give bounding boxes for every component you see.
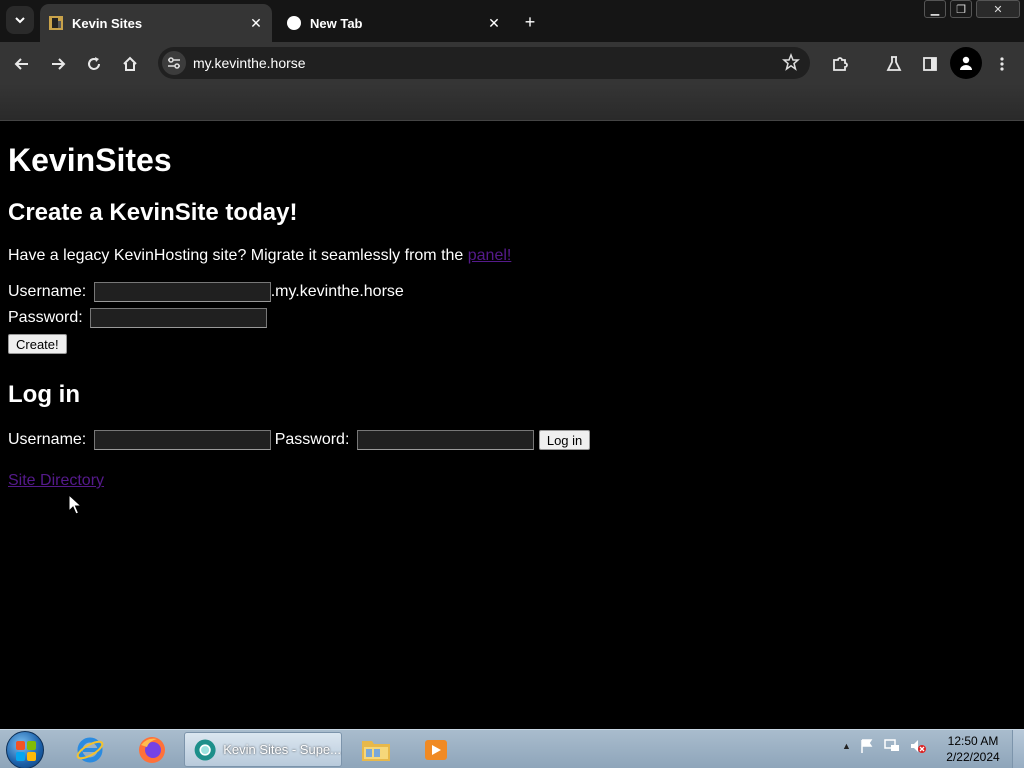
tune-icon — [168, 57, 180, 69]
login-heading: Log in — [8, 381, 80, 408]
clock-date: 2/22/2024 — [946, 750, 1000, 764]
start-button[interactable] — [6, 731, 44, 768]
globe-icon — [287, 16, 301, 30]
bookmarks-bar — [0, 84, 1024, 121]
show-hidden-icons-button[interactable]: ▲ — [842, 741, 851, 751]
tab-title: Kevin Sites — [72, 15, 143, 31]
reload-icon — [88, 57, 100, 70]
puzzle-icon — [833, 57, 848, 71]
password-label: Password: — [8, 309, 88, 326]
taskbar-kevin-sites-window[interactable]: Kevin Sites - Supe... — [184, 732, 342, 767]
close-window-button[interactable]: ✕ — [976, 0, 1020, 18]
directory-paragraph: Site Directory — [8, 472, 1016, 490]
close-tab-icon[interactable]: ✕ — [246, 13, 266, 33]
forward-button[interactable] — [45, 51, 71, 77]
chevron-down-icon — [15, 17, 25, 24]
chrome-beta-icon — [194, 739, 216, 760]
site-directory-link[interactable]: Site Directory — [8, 472, 104, 490]
address-bar[interactable]: my.kevinthe.horse — [158, 47, 810, 79]
login-button[interactable]: Log in — [538, 430, 591, 450]
tab-new-tab[interactable]: New Tab ✕ — [278, 4, 510, 42]
folder-icon — [362, 740, 390, 761]
create-heading: Create a KevinSite today! — [8, 199, 298, 226]
plus-icon: + — [524, 11, 536, 32]
side-panel-button[interactable] — [917, 51, 943, 77]
home-button[interactable] — [117, 51, 143, 77]
labs-button[interactable] — [881, 51, 907, 77]
tab-strip: Kevin Sites ✕ New Tab ✕ + ▁ ❐ ✕ — [0, 0, 1024, 42]
address-text: my.kevinthe.horse — [193, 55, 306, 71]
star-icon — [782, 52, 800, 71]
restore-button[interactable]: ❐ — [950, 0, 972, 18]
login-password-label: Password: — [274, 431, 354, 448]
bookmark-star-button[interactable] — [782, 52, 800, 76]
site-title: KevinSites — [8, 142, 172, 178]
more-vertical-icon — [1000, 57, 1004, 71]
system-tray: ▲ — [842, 738, 927, 754]
create-button[interactable]: Create! — [8, 334, 67, 354]
window-controls: ▁ ❐ ✕ — [924, 0, 1020, 18]
extensions-button[interactable] — [827, 51, 853, 77]
migrate-text: Have a legacy KevinHosting site? Migrate… — [8, 247, 468, 264]
create-username-input[interactable] — [93, 282, 271, 302]
arrow-left-icon — [14, 58, 28, 70]
panel-link[interactable]: panel! — [468, 247, 512, 265]
reload-button[interactable] — [81, 51, 107, 77]
new-tab-button[interactable]: + — [518, 10, 542, 34]
home-icon — [123, 56, 137, 71]
network-icon[interactable] — [883, 738, 901, 754]
menu-button[interactable] — [989, 51, 1015, 77]
back-button[interactable] — [9, 51, 35, 77]
login-row: Username: Password: Log in — [8, 429, 1016, 451]
minimize-button[interactable]: ▁ — [924, 0, 946, 18]
taskbar-clock[interactable]: 12:50 AM 2/22/2024 — [940, 733, 1006, 765]
login-username-label: Username: — [8, 431, 91, 448]
taskbar-window-label: Kevin Sites - Supe... — [223, 742, 341, 757]
volume-muted-icon[interactable] — [909, 738, 927, 754]
tab-kevin-sites[interactable]: Kevin Sites ✕ — [40, 4, 272, 42]
show-desktop-button[interactable] — [1012, 730, 1024, 768]
side-panel-icon — [923, 57, 937, 71]
login-password-input[interactable] — [356, 430, 534, 450]
create-password-row: Password: — [8, 307, 1016, 329]
taskbar-file-explorer[interactable] — [356, 732, 396, 767]
create-password-input[interactable] — [90, 308, 268, 328]
clock-time: 12:50 AM — [947, 734, 999, 748]
taskbar-firefox[interactable] — [132, 732, 172, 767]
flask-icon — [886, 56, 902, 71]
media-player-icon — [425, 739, 447, 760]
username-label: Username: — [8, 283, 91, 300]
taskbar-internet-explorer[interactable] — [70, 732, 110, 767]
firefox-icon — [139, 736, 165, 763]
web-page: KevinSites Create a KevinSite today! Hav… — [0, 121, 1024, 729]
site-favicon-icon — [49, 16, 63, 30]
windows-logo-icon — [16, 741, 36, 761]
taskbar-media-player[interactable] — [416, 732, 456, 767]
tab-search-button[interactable] — [6, 6, 34, 34]
domain-suffix: .my.kevinthe.horse — [270, 283, 404, 300]
migrate-paragraph: Have a legacy KevinHosting site? Migrate… — [8, 247, 1016, 265]
taskbar: Kevin Sites - Supe... ▲ 12:50 AM 2/22/20… — [0, 729, 1024, 768]
tab-title: New Tab — [310, 15, 363, 31]
profile-button[interactable] — [950, 47, 982, 79]
mouse-pointer-icon — [68, 494, 82, 515]
create-username-row: Username: .my.kevinthe.horse — [8, 281, 1016, 303]
site-info-button[interactable] — [162, 51, 186, 75]
flag-icon[interactable] — [859, 738, 875, 754]
create-button-row: Create! — [8, 334, 1016, 354]
login-username-input[interactable] — [93, 430, 271, 450]
person-icon — [960, 56, 972, 70]
internet-explorer-icon — [76, 737, 104, 762]
close-tab-icon[interactable]: ✕ — [484, 13, 504, 33]
arrow-right-icon — [52, 58, 66, 70]
